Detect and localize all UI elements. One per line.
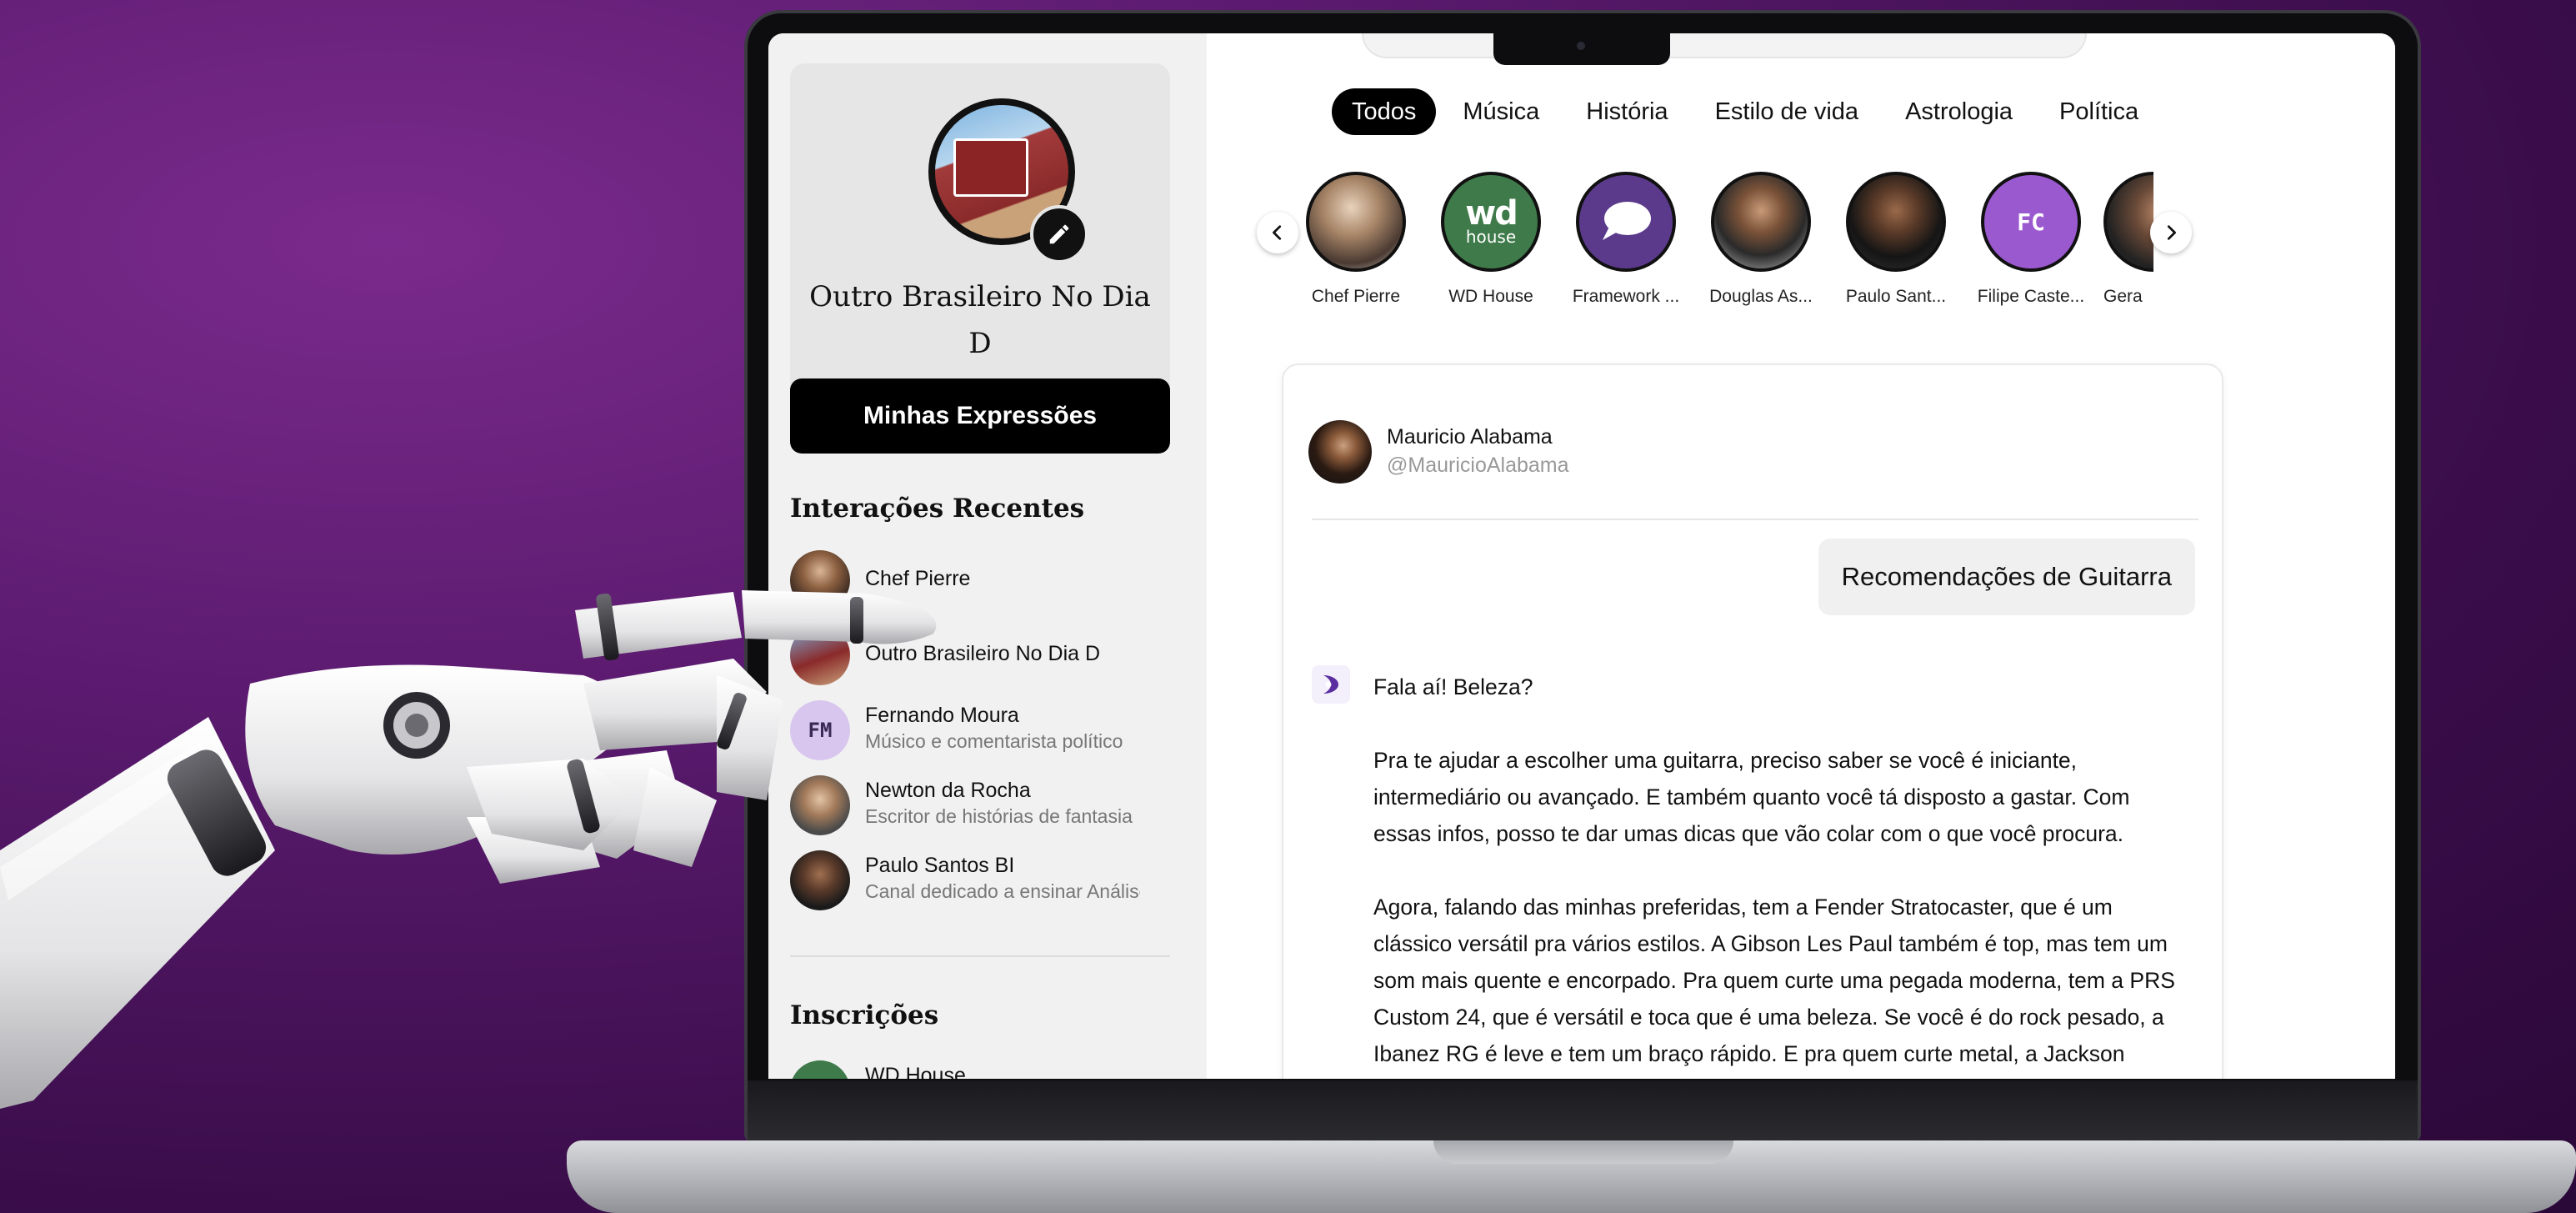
- profile-name: Outro Brasileiro No Dia D: [809, 280, 1151, 360]
- recent-interactions-title: Interações Recentes: [790, 494, 1085, 524]
- chevron-right-icon[interactable]: [2150, 212, 2192, 253]
- creator-name: Filipe Caste...: [1977, 287, 2085, 306]
- card-divider: [1312, 519, 2198, 520]
- logo-text: wd: [1465, 194, 1518, 233]
- avatar: [1306, 172, 1406, 272]
- creator-chef-pierre[interactable]: Chef Pierre: [1293, 172, 1418, 307]
- chevron-left-icon[interactable]: [1257, 212, 1298, 253]
- logo-subtext: house: [1465, 227, 1517, 247]
- reply-paragraph: Agora, falando das minhas preferidas, te…: [1373, 895, 2175, 1079]
- creator-paulo-santos[interactable]: Paulo Sant...: [1833, 172, 1958, 307]
- avatar: [1846, 172, 1946, 272]
- tab-musica[interactable]: Música: [1443, 88, 1559, 135]
- laptop-base-groove: [1433, 1140, 1733, 1164]
- app-screen: Outro Brasileiro No Dia D Minhas Express…: [768, 33, 2395, 1079]
- creator-douglas[interactable]: Douglas As...: [1698, 172, 1823, 307]
- chat-card: Mauricio Alabama @MauricioAlabama Recome…: [1282, 363, 2223, 1079]
- creator-name: Gera: [2103, 287, 2143, 306]
- avatar: [1711, 172, 1811, 272]
- speech-bubble-icon: [1576, 172, 1676, 272]
- reply-paragraph: Pra te ajudar a escolher uma guitarra, p…: [1373, 748, 2130, 846]
- tab-estilo-de-vida[interactable]: Estilo de vida: [1695, 88, 1879, 135]
- author-handle: @MauricioAlabama: [1387, 454, 1569, 477]
- creator-name: Douglas As...: [1709, 287, 1813, 306]
- tab-todos[interactable]: Todos: [1332, 88, 1437, 135]
- creator-name: Framework ...: [1572, 287, 1680, 306]
- creator-name: WD House: [1448, 287, 1533, 306]
- avatar-initials: FC: [2017, 208, 2045, 236]
- author-avatar[interactable]: [1308, 420, 1372, 484]
- creators-carousel: Chef Pierre wd house WD House Framework …: [1257, 172, 2257, 322]
- bot-reply: Fala aí! Beleza? Pra te ajudar a escolhe…: [1373, 669, 2190, 1079]
- creator-gera[interactable]: Gera: [2103, 172, 2153, 307]
- robot-hand-illustration: [0, 590, 937, 1109]
- creator-name: Chef Pierre: [1311, 287, 1401, 306]
- wd-house-logo-icon: wd house: [1441, 172, 1541, 272]
- reply-greeting: Fala aí! Beleza?: [1373, 674, 1533, 699]
- avatar: FC: [1981, 172, 2081, 272]
- pencil-icon[interactable]: [1030, 205, 1088, 263]
- laptop-bezel-bottom: [748, 1080, 2418, 1142]
- main-content: Todos Música História Estilo de vida Ast…: [1207, 33, 2395, 1079]
- tab-astrologia[interactable]: Astrologia: [1885, 88, 2033, 135]
- creator-filipe-castelo[interactable]: FC Filipe Caste...: [1968, 172, 2093, 307]
- creator-name: Paulo Sant...: [1845, 287, 1947, 306]
- bot-logo-icon: [1312, 665, 1350, 704]
- creator-framework[interactable]: Framework ...: [1563, 172, 1688, 307]
- creator-wd-house[interactable]: wd house WD House: [1428, 172, 1553, 307]
- avatar-photo-detail: [953, 138, 1028, 197]
- tab-politica[interactable]: Política: [2039, 88, 2158, 135]
- author-name[interactable]: Mauricio Alabama: [1387, 425, 1553, 449]
- tab-historia[interactable]: História: [1566, 88, 1688, 135]
- avatar: [2103, 172, 2153, 272]
- camera-notch: [1493, 33, 1670, 65]
- category-tabs: Todos Música História Estilo de vida Ast…: [1332, 88, 2165, 135]
- my-expressions-button[interactable]: Minhas Expressões: [790, 378, 1170, 454]
- profile-card: Outro Brasileiro No Dia D: [790, 63, 1170, 410]
- user-message-bubble: Recomendações de Guitarra: [1818, 539, 2195, 615]
- search-bar[interactable]: [1362, 33, 2087, 58]
